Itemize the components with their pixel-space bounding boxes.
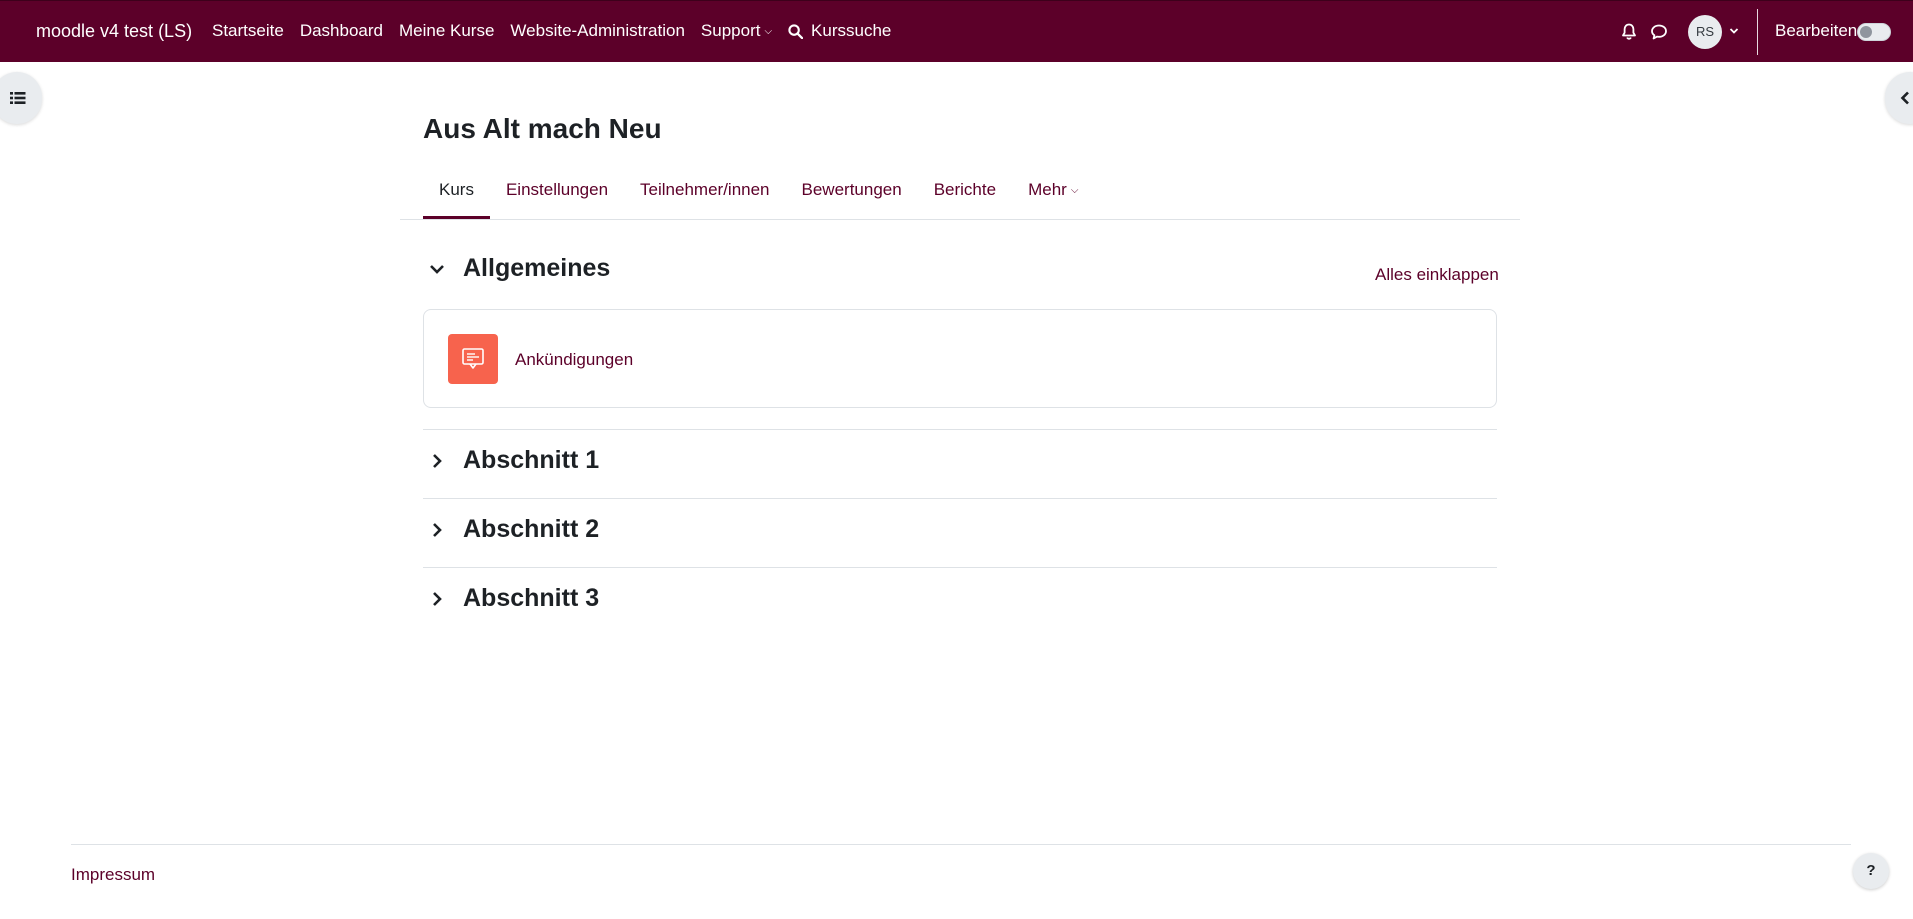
forum-icon	[448, 334, 498, 384]
section-toggle-1[interactable]: Abschnitt 1	[423, 446, 599, 475]
chevron-down-icon	[423, 264, 451, 274]
section-toggle-2[interactable]: Abschnitt 2	[423, 515, 599, 544]
course-index-toggle[interactable]	[0, 72, 42, 124]
activity-link-announcements[interactable]: Ankündigungen	[515, 350, 633, 370]
bell-icon[interactable]	[1621, 23, 1637, 41]
activity-card: Ankündigungen	[423, 309, 1497, 408]
user-avatar[interactable]: RS	[1688, 15, 1722, 49]
collapse-all-link[interactable]: Alles einklappen	[1375, 265, 1499, 285]
section-title: Abschnitt 1	[463, 446, 600, 474]
tab-settings[interactable]: Einstellungen	[490, 180, 624, 219]
chevron-right-icon	[423, 453, 451, 469]
block-drawer-toggle[interactable]	[1885, 72, 1913, 124]
page-title: Aus Alt mach Neu	[423, 113, 662, 144]
tab-more-dropdown[interactable]: Mehr ⌵	[1012, 180, 1094, 219]
nav-home[interactable]: Startseite	[212, 21, 284, 41]
nav-site-administration[interactable]: Website-Administration	[510, 21, 684, 41]
section-title: Abschnitt 3	[463, 584, 600, 612]
secondary-navigation: Kurs Einstellungen Teilnehmer/innen Bewe…	[400, 168, 1520, 220]
chevron-right-icon	[423, 591, 451, 607]
tab-more-label: Mehr	[1028, 180, 1067, 199]
toggle-knob	[1860, 26, 1872, 38]
navbar-divider	[1757, 9, 1758, 55]
site-name[interactable]: moodle v4 test (LS)	[36, 21, 192, 42]
search-icon	[788, 23, 804, 39]
nav-course-search-label: Kurssuche	[811, 21, 892, 40]
nav-my-courses[interactable]: Meine Kurse	[399, 21, 494, 41]
chat-bubble-icon[interactable]	[1650, 23, 1668, 41]
tab-grades[interactable]: Bewertungen	[786, 180, 918, 219]
nav-support-dropdown[interactable]: Support ⌵	[701, 21, 772, 41]
nav-support-label: Support	[700, 21, 761, 40]
footer-divider	[71, 844, 1851, 845]
chevron-down-icon: ⌵	[764, 26, 773, 37]
primary-navigation: Startseite Dashboard Meine Kurse Website…	[212, 21, 907, 41]
impressum-link[interactable]: Impressum	[71, 865, 155, 885]
chevron-right-icon	[423, 522, 451, 538]
section-toggle-3[interactable]: Abschnitt 3	[423, 584, 599, 613]
chevron-down-icon[interactable]	[1729, 27, 1739, 35]
section-toggle-general[interactable]: Allgemeines	[423, 254, 610, 283]
section-divider	[423, 498, 1497, 499]
edit-mode-toggle[interactable]	[1857, 23, 1891, 41]
top-navbar: moodle v4 test (LS) Startseite Dashboard…	[0, 0, 1913, 62]
list-icon	[10, 92, 26, 104]
section-title: Allgemeines	[463, 254, 611, 282]
section-divider	[423, 429, 1497, 430]
chevron-left-icon	[1900, 91, 1909, 105]
section-title: Abschnitt 2	[463, 515, 600, 543]
nav-dashboard[interactable]: Dashboard	[300, 21, 383, 41]
course-tabs: Kurs Einstellungen Teilnehmer/innen Bewe…	[423, 180, 1094, 219]
section-divider	[423, 567, 1497, 568]
help-button[interactable]: ?	[1853, 853, 1889, 889]
tab-participants[interactable]: Teilnehmer/innen	[624, 180, 785, 219]
tab-course[interactable]: Kurs	[423, 180, 490, 219]
nav-course-search[interactable]: Kurssuche	[788, 21, 891, 41]
edit-mode-label: Bearbeiten	[1775, 21, 1858, 40]
tab-reports[interactable]: Berichte	[918, 180, 1012, 219]
chevron-down-icon: ⌵	[1070, 185, 1079, 196]
